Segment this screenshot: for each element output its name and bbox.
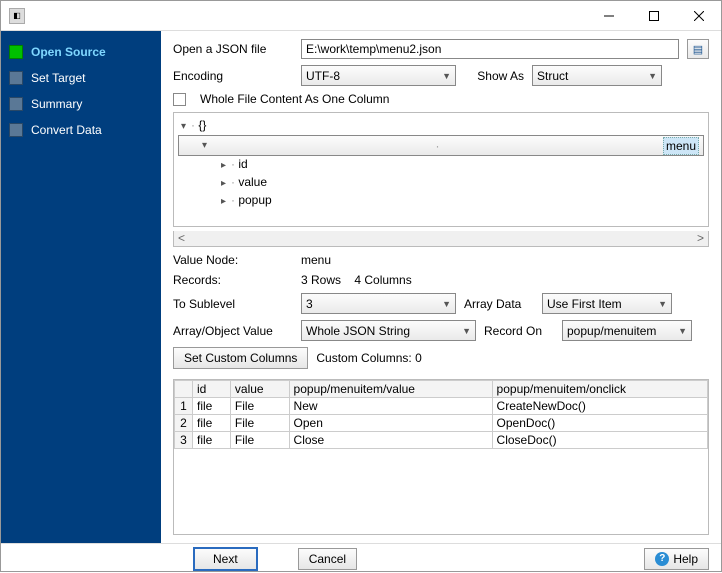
titlebar: ◧ <box>1 1 721 31</box>
chevron-down-icon: ▼ <box>442 299 451 309</box>
table-header[interactable]: popup/menuitem/onclick <box>492 381 707 398</box>
chevron-down-icon: ▼ <box>648 71 657 81</box>
table-header[interactable]: value <box>230 381 289 398</box>
table-cell[interactable]: file <box>193 398 231 415</box>
step-label: Set Target <box>31 71 85 85</box>
chevron-down-icon: ▼ <box>462 326 471 336</box>
table-header[interactable]: popup/menuitem/value <box>289 381 492 398</box>
set-custom-columns-button[interactable]: Set Custom Columns <box>173 347 308 369</box>
row-number: 2 <box>175 415 193 432</box>
expand-icon[interactable]: ▸ <box>218 176 229 192</box>
step-label: Open Source <box>31 45 106 59</box>
collapse-icon[interactable]: ▾ <box>199 138 210 154</box>
aov-select[interactable]: Whole JSON String▼ <box>301 320 476 341</box>
row-number: 1 <box>175 398 193 415</box>
tree-node-value[interactable]: ▸· value <box>178 174 704 192</box>
table-cell[interactable]: file <box>193 432 231 449</box>
wizard-step-summary[interactable]: Summary <box>1 91 161 117</box>
table-header[interactable]: id <box>193 381 231 398</box>
table-row[interactable]: 3fileFileCloseCloseDoc() <box>175 432 708 449</box>
expand-icon[interactable]: ▸ <box>218 158 229 174</box>
tosub-select[interactable]: 3▼ <box>301 293 456 314</box>
collapse-icon[interactable]: ▾ <box>178 119 189 135</box>
table-row[interactable]: 2fileFileOpenOpenDoc() <box>175 415 708 432</box>
table-corner <box>175 381 193 398</box>
help-button[interactable]: ?Help <box>644 548 709 570</box>
file-path-input[interactable] <box>301 39 679 59</box>
table-cell[interactable]: Open <box>289 415 492 432</box>
table-cell[interactable]: file <box>193 415 231 432</box>
step-marker <box>9 97 23 111</box>
arraydata-select[interactable]: Use First Item▼ <box>542 293 672 314</box>
showas-select[interactable]: Struct▼ <box>532 65 662 86</box>
table-cell[interactable]: File <box>230 415 289 432</box>
app-icon: ◧ <box>9 8 25 24</box>
step-marker <box>9 123 23 137</box>
encoding-label: Encoding <box>173 69 293 83</box>
table-cell[interactable]: OpenDoc() <box>492 415 707 432</box>
tree-node-menu[interactable]: ▾· menu <box>178 135 704 156</box>
step-label: Convert Data <box>31 123 102 137</box>
minimize-button[interactable] <box>586 1 631 30</box>
row-number: 3 <box>175 432 193 449</box>
table-cell[interactable]: File <box>230 432 289 449</box>
encoding-select[interactable]: UTF-8▼ <box>301 65 456 86</box>
maximize-button[interactable] <box>631 1 676 30</box>
aov-label: Array/Object Value <box>173 324 293 338</box>
wizard-steps: Open Source Set Target Summary Convert Data <box>1 31 161 543</box>
valuenode-value: menu <box>301 253 331 267</box>
next-button[interactable]: Next <box>193 547 258 571</box>
preview-table[interactable]: idvaluepopup/menuitem/valuepopup/menuite… <box>173 379 709 535</box>
showas-label: Show As <box>464 69 524 83</box>
table-cell[interactable]: New <box>289 398 492 415</box>
json-tree[interactable]: ▾· {}▾· menu▸· id▸· value▸· popup <box>173 112 709 227</box>
chevron-down-icon: ▼ <box>442 71 451 81</box>
tosub-label: To Sublevel <box>173 297 293 311</box>
help-icon: ? <box>655 552 669 566</box>
records-value: 3 Rows 4 Columns <box>301 273 412 287</box>
table-cell[interactable]: File <box>230 398 289 415</box>
chevron-down-icon: ▼ <box>678 326 687 336</box>
wizard-step-set-target[interactable]: Set Target <box>1 65 161 91</box>
table-cell[interactable]: Close <box>289 432 492 449</box>
step-marker <box>9 71 23 85</box>
recon-label: Record On <box>484 324 554 338</box>
wizard-step-convert-data[interactable]: Convert Data <box>1 117 161 143</box>
main-panel: Open a JSON file ▤ Encoding UTF-8▼ Show … <box>161 31 721 543</box>
table-cell[interactable]: CloseDoc() <box>492 432 707 449</box>
records-label: Records: <box>173 273 293 287</box>
tree-node-id[interactable]: ▸· id <box>178 156 704 174</box>
step-label: Summary <box>31 97 82 111</box>
whole-file-label: Whole File Content As One Column <box>200 92 389 106</box>
whole-file-checkbox[interactable] <box>173 93 186 106</box>
chevron-down-icon: ▼ <box>658 299 667 309</box>
tree-scrollbar[interactable]: <> <box>173 231 709 247</box>
cancel-button[interactable]: Cancel <box>298 548 357 570</box>
open-label: Open a JSON file <box>173 42 293 56</box>
custom-columns-value: Custom Columns: 0 <box>316 351 421 365</box>
wizard-step-open-source[interactable]: Open Source <box>1 39 161 65</box>
arraydata-label: Array Data <box>464 297 534 311</box>
tree-node-popup[interactable]: ▸· popup <box>178 192 704 210</box>
close-button[interactable] <box>676 1 721 30</box>
footer: Next Cancel ?Help <box>1 543 721 573</box>
expand-icon[interactable]: ▸ <box>218 194 229 210</box>
valuenode-label: Value Node: <box>173 253 293 267</box>
tree-node-root[interactable]: ▾· {} <box>178 117 704 135</box>
step-marker <box>9 45 23 59</box>
table-cell[interactable]: CreateNewDoc() <box>492 398 707 415</box>
browse-button[interactable]: ▤ <box>687 39 709 59</box>
table-row[interactable]: 1fileFileNewCreateNewDoc() <box>175 398 708 415</box>
recon-select[interactable]: popup/menuitem▼ <box>562 320 692 341</box>
